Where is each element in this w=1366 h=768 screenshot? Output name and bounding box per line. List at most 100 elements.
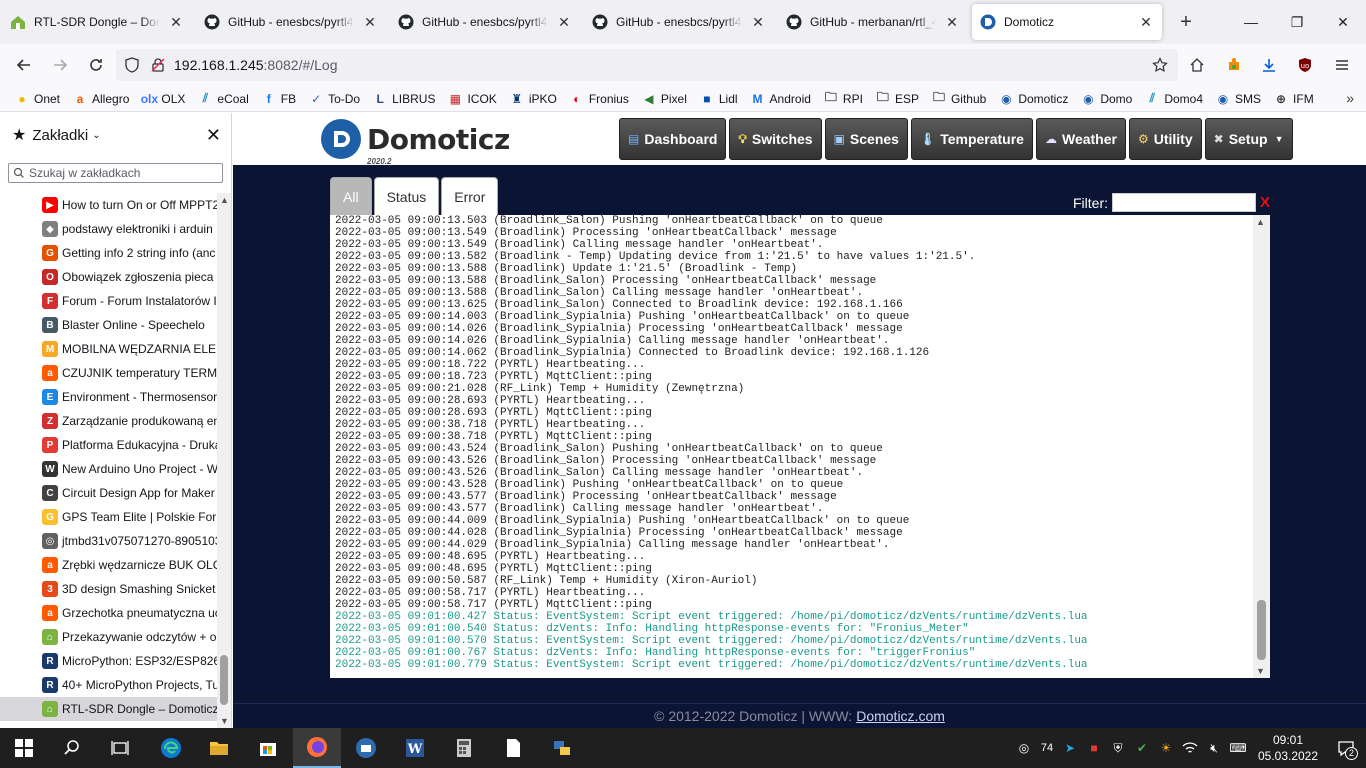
sidebar-bookmark-item[interactable]: ◎ jtmbd31v075071270-89051030 xyxy=(0,529,218,553)
bookmark-item[interactable]: ■ Lidl xyxy=(693,87,744,111)
menu-dashboard-button[interactable]: ▤ Dashboard xyxy=(619,118,727,160)
home-button[interactable] xyxy=(1181,49,1213,81)
bookmark-item[interactable]: 🗀︎ ESP xyxy=(869,87,925,111)
document-app[interactable] xyxy=(489,728,537,768)
menu-setup-button[interactable]: ✖ Setup ▼ xyxy=(1204,118,1293,160)
browser-tab[interactable]: RTL-SDR Dongle – Domoticz ✕ xyxy=(2,4,192,40)
close-tab-icon[interactable]: ✕ xyxy=(1138,14,1154,30)
log-scroll-up-icon[interactable]: ▲ xyxy=(1256,217,1265,227)
log-scrollbar[interactable]: ▲ ▼ xyxy=(1253,215,1270,678)
sidebar-bookmark-item[interactable]: P Platforma Edukacyjna - Druka xyxy=(0,433,218,457)
bookmark-item[interactable]: M Android xyxy=(744,87,817,111)
sidebar-bookmark-item[interactable]: G Getting info 2 string info (anc xyxy=(0,241,218,265)
sidebar-bookmark-item[interactable]: R MicroPython: ESP32/ESP8266 xyxy=(0,649,218,673)
volume-muted-icon[interactable]: 🔇︎ xyxy=(1202,728,1226,768)
sidebar-bookmark-item[interactable]: F Forum - Forum Instalatorów I xyxy=(0,289,218,313)
sidebar-bookmark-item[interactable]: B Blaster Online - Speechelo xyxy=(0,313,218,337)
bookmark-item[interactable]: ♜ iPKO xyxy=(503,87,563,111)
browser-tab[interactable]: GitHub - enesbcs/pyrtl433 ✕ xyxy=(584,4,774,40)
menu-scenes-button[interactable]: ▣ Scenes xyxy=(824,118,908,160)
sidebar-bookmark-item[interactable]: ▶ How to turn On or Off MPPT2 xyxy=(0,193,218,217)
bookmark-item[interactable]: olx OLX xyxy=(135,87,191,111)
search-button[interactable] xyxy=(48,728,96,768)
bookmark-item[interactable]: ◉ Domoticz xyxy=(992,87,1074,111)
menu-weather-button[interactable]: ☁ Weather xyxy=(1035,118,1126,160)
sidebar-bookmark-item[interactable]: O Obowiązek zgłoszenia pieca d xyxy=(0,265,218,289)
browser-tab[interactable]: Domoticz ✕ xyxy=(972,4,1162,40)
mail-app[interactable] xyxy=(342,728,390,768)
close-sidebar-icon[interactable]: ✕ xyxy=(206,125,221,146)
weather-sun-icon[interactable]: ☀ xyxy=(1154,728,1178,768)
keyboard-layout-icon[interactable]: ⌨ xyxy=(1226,728,1250,768)
shield-red-icon[interactable]: ■ xyxy=(1082,728,1106,768)
sidebar-bookmark-item[interactable]: M MOBILNA WĘDZARNIA ELEKT xyxy=(0,337,218,361)
sidebar-bookmark-item[interactable]: a Grzechotka pneumatyczna uc xyxy=(0,601,218,625)
app-menu-button[interactable] xyxy=(1326,49,1358,81)
new-tab-button[interactable]: + xyxy=(1168,4,1204,40)
close-tab-icon[interactable]: ✕ xyxy=(750,14,766,30)
firefox-app[interactable] xyxy=(293,728,341,768)
bookmark-item[interactable]: ⫽ Domo4 xyxy=(1138,87,1209,111)
scroll-up-icon[interactable]: ▲ xyxy=(220,195,229,205)
clear-filter-icon[interactable]: X xyxy=(1260,194,1270,211)
bookmark-item[interactable]: f FB xyxy=(255,87,302,111)
back-button[interactable] xyxy=(8,49,40,81)
bookmark-item[interactable]: ◀ Pixel xyxy=(635,87,693,111)
browser-tab[interactable]: GitHub - enesbcs/pyrtl433 ✕ xyxy=(196,4,386,40)
bookmark-item[interactable]: ✓ To-Do xyxy=(302,87,366,111)
sidebar-scrollbar[interactable]: ▲ ▼ xyxy=(217,193,231,728)
bookmark-item[interactable]: a Allegro xyxy=(66,87,135,111)
edge-app[interactable] xyxy=(147,728,195,768)
telegram-icon[interactable]: ➤ xyxy=(1058,728,1082,768)
reload-button[interactable] xyxy=(80,49,112,81)
chevron-down-icon[interactable]: ⌄ xyxy=(92,130,100,141)
browser-tab[interactable]: GitHub - merbanan/rtl_433 ✕ xyxy=(778,4,968,40)
scroll-down-icon[interactable]: ▼ xyxy=(220,716,229,726)
log-tab-status[interactable]: Status xyxy=(373,177,440,215)
filter-input[interactable] xyxy=(1112,193,1256,212)
log-scroll-down-icon[interactable]: ▼ xyxy=(1256,666,1265,676)
sidebar-bookmark-item[interactable]: 3 3D design Smashing Snicket | xyxy=(0,577,218,601)
sidebar-bookmark-item[interactable]: Z Zarządzanie produkowaną en xyxy=(0,409,218,433)
downloads-button[interactable] xyxy=(1253,49,1285,81)
close-window-button[interactable]: ✕ xyxy=(1320,0,1366,44)
bookmark-item[interactable]: ● Onet xyxy=(8,87,66,111)
bookmark-item[interactable]: 🗀︎ Github xyxy=(925,87,992,111)
sidebar-bookmark-item[interactable]: E Environment - Thermosensor xyxy=(0,385,218,409)
log-scroll-thumb[interactable] xyxy=(1257,600,1266,660)
sidebar-bookmark-item[interactable]: a Zrębki wędzarnicze BUK OLC. xyxy=(0,553,218,577)
tracking-shield-icon[interactable] xyxy=(124,57,140,73)
security-shield-icon[interactable]: ⛨ xyxy=(1106,728,1130,768)
close-tab-icon[interactable]: ✕ xyxy=(556,14,572,30)
wifi-icon[interactable] xyxy=(1178,728,1202,768)
calculator-app[interactable] xyxy=(440,728,488,768)
menu-utility-button[interactable]: ⚙ Utility xyxy=(1128,118,1202,160)
bookmark-star-icon[interactable] xyxy=(1152,57,1168,73)
sidebar-bookmark-item[interactable]: ⌂ RTL-SDR Dongle – Domoticz - xyxy=(0,697,218,721)
ublock-button[interactable]: uo xyxy=(1289,49,1321,81)
bookmark-item[interactable]: ⊕ IFM xyxy=(1267,87,1320,111)
bookmark-item[interactable]: ◉ SMS xyxy=(1209,87,1267,111)
start-button[interactable] xyxy=(0,728,48,768)
insecure-lock-icon[interactable] xyxy=(150,57,166,73)
notifications-button[interactable]: 2 xyxy=(1326,728,1366,768)
extension-button[interactable] xyxy=(1218,49,1250,81)
sidebar-scroll-thumb[interactable] xyxy=(220,655,228,705)
bookmark-item[interactable]: ◉ Domo xyxy=(1074,87,1138,111)
browser-tab[interactable]: GitHub - enesbcs/pyrtl433 ✕ xyxy=(390,4,580,40)
sidebar-bookmark-item[interactable]: W New Arduino Uno Project - W xyxy=(0,457,218,481)
bookmark-item[interactable]: L LIBRUS xyxy=(366,87,441,111)
domoticz-website-link[interactable]: Domoticz.com xyxy=(856,708,945,724)
domoticz-logo[interactable]: Domoticz 2020.2 xyxy=(321,119,510,166)
address-bar[interactable]: 192.168.1.245:8082/#/Log xyxy=(116,49,1178,81)
bookmark-item[interactable]: ⫽ eCoal xyxy=(191,87,254,111)
network-app[interactable] xyxy=(538,728,586,768)
sidebar-bookmark-item[interactable]: a CZUJNIK temperatury TERMO xyxy=(0,361,218,385)
word-app[interactable]: W xyxy=(391,728,439,768)
minimize-button[interactable]: — xyxy=(1228,0,1274,44)
close-tab-icon[interactable]: ✕ xyxy=(944,14,960,30)
clock[interactable]: 09:01 05.03.2022 xyxy=(1250,732,1326,764)
bookmark-search-input[interactable]: Szukaj w zakładkach xyxy=(8,163,223,183)
defender-icon[interactable]: ✔ xyxy=(1130,728,1154,768)
menu-switches-button[interactable]: 💡︎ Switches xyxy=(729,118,822,160)
